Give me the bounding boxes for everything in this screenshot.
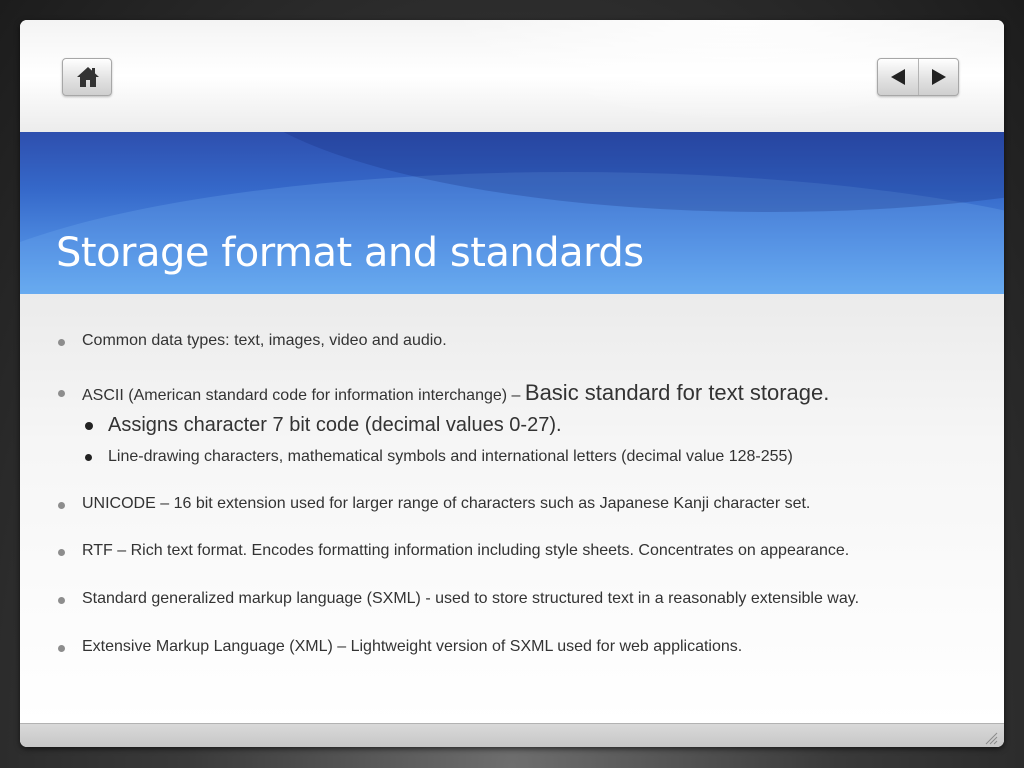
bullet-text: Extensive Markup Language (XML) – Lightw… [82, 638, 743, 655]
bullet-data-types: Common data types: text, images, video a… [58, 332, 447, 350]
home-icon [77, 67, 99, 87]
triangle-left-icon [891, 69, 905, 85]
bullet-dot [58, 390, 65, 397]
bullet-dot [58, 597, 65, 604]
bullet-emphasis-text: Basic standard for text storage. [524, 380, 830, 405]
sub-bullet-text: Line-drawing characters, mathematical sy… [108, 448, 793, 465]
bullet-text: UNICODE – 16 bit extension used for larg… [82, 495, 811, 512]
bullet-dot [58, 339, 65, 346]
bullet-text: ASCII (American standard code for inform… [82, 387, 525, 404]
slide-header-band [20, 20, 1004, 132]
bullet-dot [58, 502, 65, 509]
title-band: Storage format and standards [20, 132, 1004, 294]
sub-bullet-text: Assigns character 7 bit code (decimal va… [108, 414, 562, 436]
header-sheen [20, 20, 1004, 132]
bullet-sgml: Standard generalized markup language (SX… [58, 590, 860, 608]
bullet-text: Standard generalized markup language (SX… [82, 590, 860, 607]
bullet-rtf: RTF – Rich text format. Encodes formatti… [58, 542, 850, 560]
slide-content: Common data types: text, images, video a… [20, 294, 1004, 723]
bullet-dot [58, 645, 65, 652]
previous-slide-button[interactable] [878, 59, 919, 95]
slide-title: Storage format and standards [56, 230, 644, 276]
bullet-unicode: UNICODE – 16 bit extension used for larg… [58, 495, 811, 513]
slide-footer-band [20, 723, 1004, 747]
sub-bullet-dot [85, 454, 92, 461]
resize-grip-icon[interactable] [984, 731, 998, 745]
sub-bullet-ascii-extended: Line-drawing characters, mathematical sy… [85, 448, 793, 466]
bullet-dot [58, 549, 65, 556]
triangle-right-icon [932, 69, 946, 85]
bullet-text: RTF – Rich text format. Encodes formatti… [82, 542, 850, 559]
slide-navigation [877, 58, 959, 96]
sub-bullet-ascii-7bit: Assigns character 7 bit code (decimal va… [85, 414, 562, 437]
bullet-ascii: ASCII (American standard code for inform… [58, 380, 830, 406]
bullet-xml: Extensive Markup Language (XML) – Lightw… [58, 638, 743, 656]
home-button[interactable] [62, 58, 112, 96]
bullet-text: Common data types: text, images, video a… [82, 332, 447, 349]
sub-bullet-dot [85, 422, 93, 430]
slide: Storage format and standards Common data… [20, 20, 1004, 747]
next-slide-button[interactable] [919, 59, 959, 95]
